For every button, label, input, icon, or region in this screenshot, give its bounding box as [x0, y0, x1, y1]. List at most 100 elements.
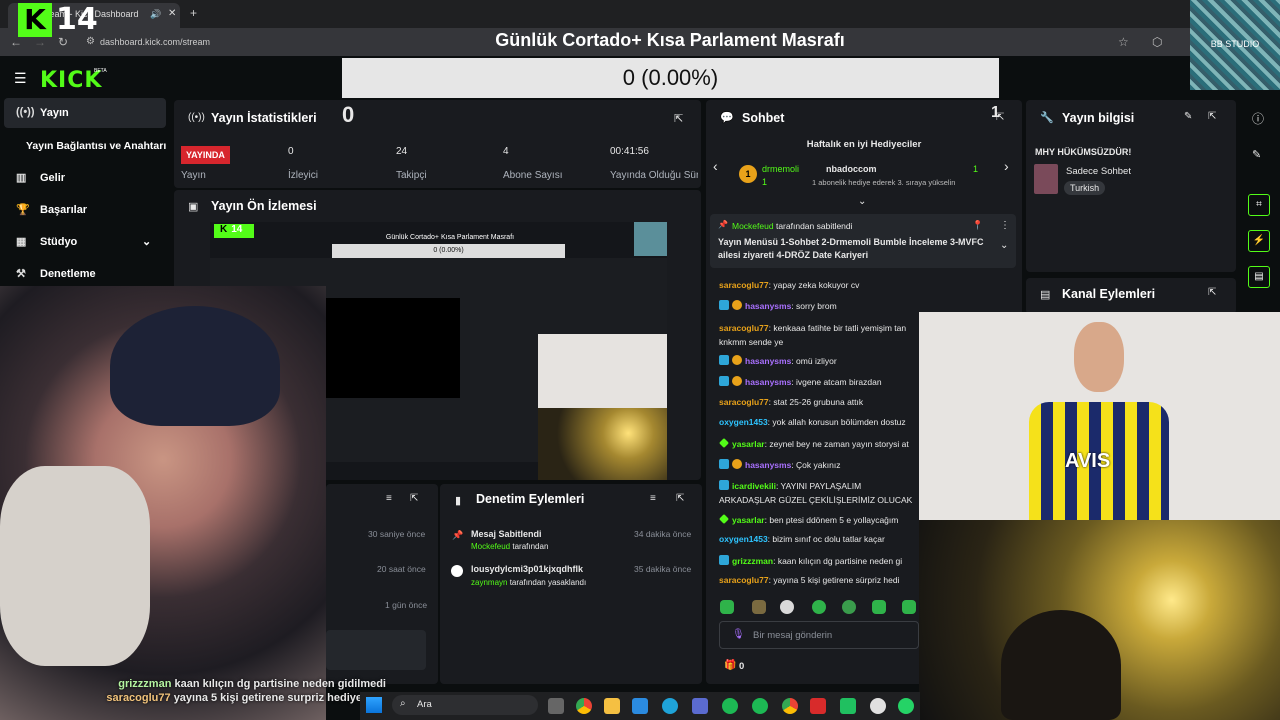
chat-username[interactable]: hasanysms [745, 301, 791, 311]
acrobat-icon[interactable] [810, 698, 826, 714]
chevron-left-icon[interactable]: ‹ [713, 158, 718, 174]
chat-username[interactable]: saracoglu77 [719, 397, 769, 407]
category-thumbnail [1034, 164, 1058, 194]
emote-icon[interactable] [902, 600, 916, 614]
filter-icon[interactable]: ≡ [386, 493, 392, 504]
more-icon[interactable]: ⋮ [1000, 220, 1010, 231]
mod-event-2-user[interactable]: zaynmayn [471, 578, 507, 587]
emote-icon[interactable] [872, 600, 886, 614]
chat-message: icardivekili: YAYINI PAYLAŞALIM ARKADAŞL… [719, 480, 913, 505]
chat-username[interactable]: oxygen1453 [719, 534, 768, 544]
chat-input[interactable]: 🎙 Bir mesaj gönderin [719, 621, 919, 649]
chat-text: yok allah korusun bölümden dostuz [772, 417, 906, 427]
notes-button[interactable]: ▤ [1248, 266, 1270, 288]
close-tab-icon[interactable]: ✕ [168, 8, 176, 19]
popout-icon[interactable]: ⇱ [1208, 111, 1216, 122]
streamer-webcam [0, 286, 326, 720]
pencil-icon[interactable]: ✎ [1252, 148, 1261, 161]
chat-text: kaan kılıçın dg partisine neden gi [777, 556, 903, 566]
popout-icon[interactable]: ⇱ [676, 493, 684, 504]
chat-message: saracoglu77: yapay zeka kokuyor cv [719, 280, 860, 290]
mod-event-1-user[interactable]: Mockefeud [471, 542, 510, 551]
sidebar-item-denetleme[interactable]: ⚒ Denetleme [4, 259, 166, 289]
popout-icon[interactable]: ⇱ [410, 493, 418, 504]
menu-icon[interactable]: ☰ [14, 70, 27, 87]
app-icon[interactable] [840, 698, 856, 714]
url-input[interactable]: dashboard.kick.com/stream [100, 37, 210, 47]
bookmark-star-icon[interactable]: ☆ [1118, 35, 1129, 49]
popout-icon[interactable]: ⇱ [996, 112, 1004, 123]
app-icon[interactable] [870, 698, 886, 714]
chat-username[interactable]: yasarlar [732, 515, 765, 525]
popout-icon[interactable]: ⇱ [1208, 287, 1216, 298]
app-icon[interactable] [632, 698, 648, 714]
bolt-button[interactable]: ⚡ [1248, 230, 1270, 252]
unpin-icon[interactable]: 📍 [972, 220, 983, 231]
category-name[interactable]: Sadece Sohbet [1066, 166, 1131, 177]
emote-icon[interactable] [780, 600, 794, 614]
reload-icon[interactable]: ↻ [58, 35, 68, 49]
chat-username[interactable]: hasanysms [745, 356, 791, 366]
chat-username[interactable]: oxygen1453 [719, 417, 768, 427]
mod-badge-icon [719, 376, 729, 386]
chat-username[interactable]: hasanysms [745, 460, 791, 470]
emote-icon[interactable] [720, 600, 734, 614]
emote-icon[interactable] [752, 600, 766, 614]
whatsapp-icon[interactable] [898, 698, 914, 714]
site-info-icon[interactable]: ⚙ [86, 36, 95, 47]
mic-icon[interactable]: 🎙 [732, 629, 745, 640]
store-icon[interactable] [692, 698, 708, 714]
chat-text: omü izliyor [796, 356, 837, 366]
taskview-icon[interactable] [548, 698, 564, 714]
channel-actions-panel: ▤ Kanal Eylemleri ⇱ [1026, 278, 1236, 314]
gavel-icon: ⚒ [16, 268, 26, 280]
edit-icon[interactable]: ✎ [1184, 111, 1192, 122]
chevron-down-icon[interactable]: ⌄ [142, 235, 151, 248]
top-gifters-title: Haftalık en iyi Hediyeciler [806, 139, 922, 150]
filter-icon[interactable]: ≡ [650, 493, 656, 504]
emote-icon[interactable] [812, 600, 826, 614]
pinned-by-user[interactable]: Mockefeud [732, 221, 774, 231]
extensions-icon[interactable]: ⬡ [1152, 35, 1162, 49]
chat-username[interactable]: saracoglu77 [719, 280, 769, 290]
edge-icon[interactable] [662, 698, 678, 714]
chevron-right-icon[interactable]: › [1004, 158, 1009, 174]
chat-username[interactable]: grizzzman [732, 556, 773, 566]
gift-icon[interactable]: 🎁 [724, 660, 736, 671]
spotify-icon[interactable] [722, 698, 738, 714]
clip-button[interactable]: ⌗ [1248, 194, 1270, 216]
chat-username[interactable]: hasanysms [745, 377, 791, 387]
forward-icon[interactable]: → [34, 35, 46, 49]
gifter1-name[interactable]: drmemoli [762, 164, 799, 174]
spotify-icon[interactable] [752, 698, 768, 714]
gifter2-name[interactable]: nbadoccom [826, 164, 877, 174]
chevron-down-icon[interactable]: ⌄ [1000, 240, 1008, 251]
sidebar-item-basarilar[interactable]: 🏆 Başarılar [4, 195, 166, 225]
vip-badge-icon [719, 514, 729, 524]
sidebar-item-gelir[interactable]: ▥ Gelir [4, 163, 166, 193]
taskbar-search[interactable]: ⌕ Ara [392, 695, 538, 715]
popout-icon[interactable]: ⇱ [674, 112, 683, 125]
chat-username[interactable]: icardivekili [732, 481, 776, 491]
back-icon[interactable]: ← [10, 35, 22, 49]
chat-username[interactable]: saracoglu77 [719, 323, 769, 333]
overlay-chat-line: grizzzman kaan kılıçın dg partisine nede… [0, 678, 390, 690]
chat-username[interactable]: saracoglu77 [719, 575, 769, 585]
speaker-icon[interactable]: 🔊 [150, 9, 161, 20]
stats-counter-overlay: 0 [342, 102, 355, 127]
chat-username[interactable]: yasarlar [732, 439, 765, 449]
emote-icon[interactable] [842, 600, 856, 614]
windows-start-icon[interactable] [366, 697, 382, 713]
sidebar-item-yayin[interactable]: ((•)) Yayın [4, 98, 166, 128]
chrome-icon[interactable] [576, 698, 592, 714]
new-tab-icon[interactable]: + [190, 6, 197, 20]
sidebar-item-studyo[interactable]: ▦ Stüdyo ⌄ [4, 227, 166, 257]
pinned-message[interactable]: 📌 Mockefeud tarafından sabitlendi 📍 ⋮ Ya… [710, 214, 1016, 268]
pin-icon: 📌 [718, 220, 728, 229]
info-icon[interactable]: ⓘ [1252, 110, 1264, 127]
chrome-icon[interactable] [782, 698, 798, 714]
expand-gifters-icon[interactable]: ⌄ [858, 196, 866, 207]
explorer-icon[interactable] [604, 698, 620, 714]
sidebar-item-stream-key[interactable]: Yayın Bağlantısı ve Anahtarı [4, 131, 166, 161]
gifter1-count: 1 [762, 177, 768, 187]
